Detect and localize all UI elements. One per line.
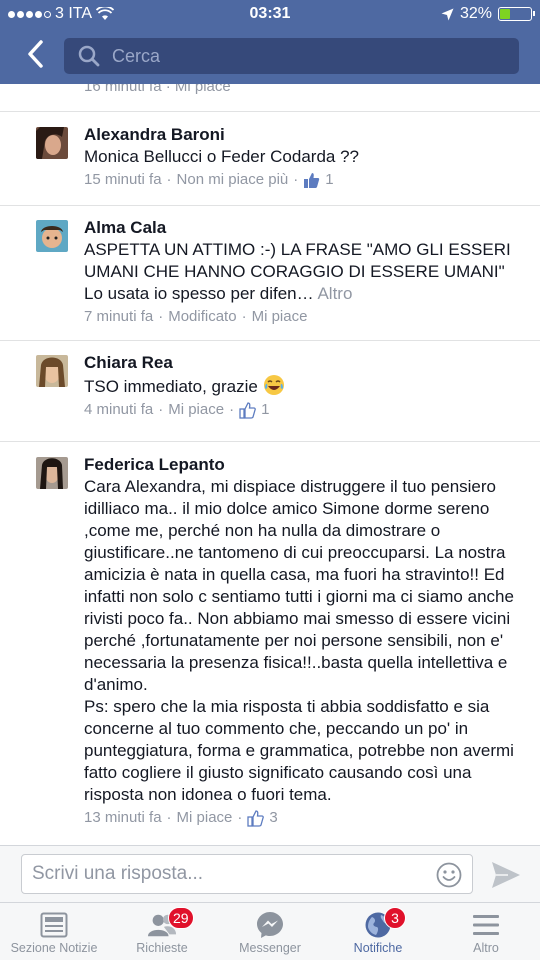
tab-news-feed[interactable]: Sezione Notizie [0, 903, 108, 960]
comment-time: 15 minuti fa [84, 171, 162, 188]
comment-text: TSO immediato, grazie [84, 374, 522, 398]
send-icon[interactable] [490, 860, 522, 890]
comment-text: ASPETTA UN ATTIMO :-) LA FRASE "AMO GLI … [84, 239, 522, 305]
comment-text-content: TSO immediato, grazie [84, 377, 258, 396]
like-link[interactable]: Mi piace [168, 400, 224, 420]
comment-body: Alexandra Baroni Monica Bellucci o Feder… [84, 124, 522, 190]
reply-field[interactable] [21, 854, 473, 894]
crying-laughing-emoji-icon [263, 375, 284, 395]
avatar[interactable] [36, 220, 68, 252]
messenger-icon [255, 911, 285, 939]
comment-body: Chiara Rea TSO immediato, grazie 4 minut… [84, 352, 522, 420]
tab-friend-requests[interactable]: 29 Richieste [108, 903, 216, 960]
divider [0, 340, 540, 341]
divider [0, 441, 540, 442]
divider [0, 205, 540, 206]
tab-label: Sezione Notizie [10, 941, 98, 955]
tab-label: Richieste [136, 941, 188, 955]
like-count: 1 [261, 401, 270, 418]
search-bar[interactable] [64, 38, 519, 74]
comment-time: 7 minuti fa [84, 308, 154, 325]
like-count: 1 [325, 171, 334, 188]
comment-time: 13 minuti fa [84, 809, 162, 826]
search-input[interactable] [112, 45, 492, 67]
tab-label: Altro [473, 941, 499, 955]
comment-meta: 7 minuti fa · Modificato · Mi piace [84, 307, 308, 327]
comment-body: Federica Lepanto Cara Alexandra, mi disp… [84, 454, 522, 828]
read-more-link[interactable]: Altro [317, 284, 352, 303]
comment-text: Cara Alexandra, mi dispiace distruggere … [84, 477, 514, 804]
comments-feed: 16 minuti fa · Mi piace Alexandra Baroni… [0, 84, 540, 845]
like-link[interactable]: Mi piace [177, 808, 233, 828]
battery-percent: 32% [459, 5, 492, 22]
avatar[interactable] [36, 355, 68, 387]
reply-bar [0, 845, 540, 902]
comment-meta: 15 minuti fa · Non mi piace più · 1 [84, 170, 334, 190]
tab-label: Messenger [239, 941, 301, 955]
tab-messenger[interactable]: Messenger [216, 903, 324, 960]
menu-icon [471, 911, 501, 939]
comment-author[interactable]: Alma Cala [84, 217, 522, 239]
tab-notifications[interactable]: 3 Notifiche [324, 903, 432, 960]
partial-comment-meta: 16 minuti fa · Mi piace [84, 84, 231, 95]
reply-input[interactable] [32, 863, 432, 885]
comment-meta: 13 minuti fa · Mi piace · 3 [84, 808, 278, 828]
tab-more[interactable]: Altro [432, 903, 540, 960]
thumbs-up-icon[interactable] [247, 809, 265, 827]
avatar[interactable] [36, 127, 68, 159]
divider [0, 111, 540, 112]
requests-badge: 29 [168, 907, 194, 929]
top-bar: 3 ITA 03:31 32% [0, 0, 540, 84]
chevron-left-icon [28, 40, 43, 68]
like-link[interactable]: Mi piace [252, 307, 308, 327]
comment-meta: 4 minuti fa · Mi piace · 1 [84, 400, 270, 420]
thumbs-up-icon[interactable] [239, 401, 256, 419]
location-arrow-icon [441, 8, 454, 20]
search-icon [78, 45, 100, 67]
comment-text-content: ASPETTA UN ATTIMO :-) LA FRASE "AMO GLI … [84, 240, 511, 303]
comment-author[interactable]: Federica Lepanto [84, 454, 522, 476]
tab-label: Notifiche [353, 941, 403, 955]
smiley-icon[interactable] [436, 862, 462, 888]
thumbs-up-icon[interactable] [303, 172, 320, 189]
back-button[interactable] [20, 36, 50, 72]
comment-body: Alma Cala ASPETTA UN ATTIMO :-) LA FRASE… [84, 217, 522, 327]
comment-author[interactable]: Chiara Rea [84, 352, 522, 374]
like-count: 3 [269, 809, 278, 826]
status-bar: 3 ITA 03:31 32% [0, 0, 540, 28]
unlike-link[interactable]: Non mi piace più [177, 170, 289, 190]
notifications-badge: 3 [384, 907, 406, 929]
comment-text: Monica Bellucci o Feder Codarda ?? [84, 147, 359, 166]
comment-author[interactable]: Alexandra Baroni [84, 124, 522, 146]
battery-icon [498, 7, 535, 21]
edited-link[interactable]: Modificato [168, 307, 236, 327]
status-right: 32% [441, 5, 535, 23]
bottom-tab-bar: Sezione Notizie 29 Richieste Messenger 3… [0, 902, 540, 960]
comment-time: 4 minuti fa [84, 401, 154, 418]
avatar[interactable] [36, 457, 68, 489]
news-feed-icon [39, 911, 69, 939]
